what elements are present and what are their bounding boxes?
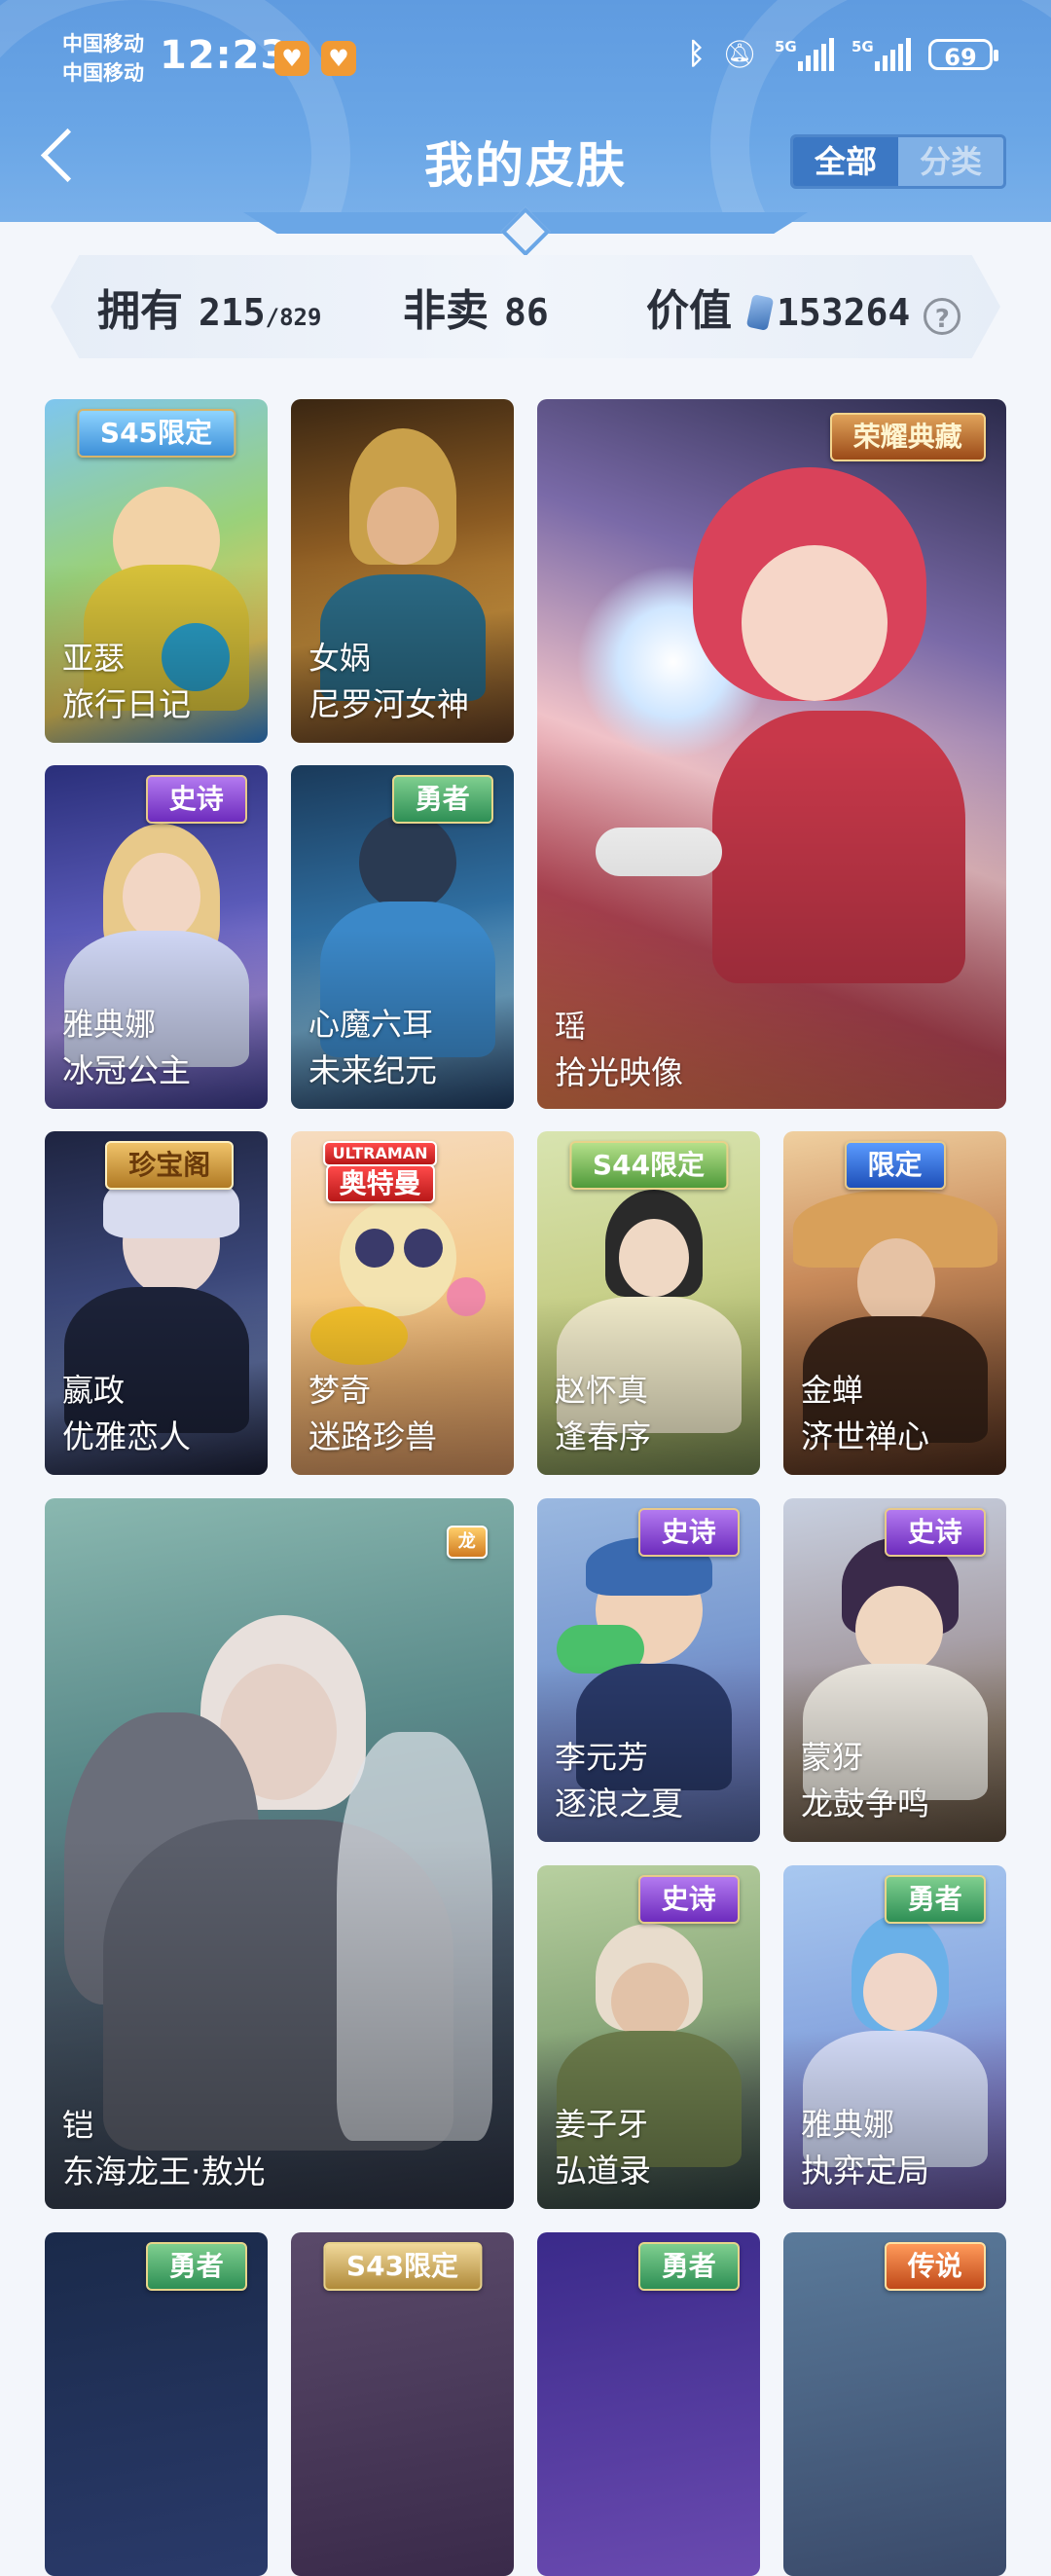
skin-card[interactable]: 勇者 — [537, 2232, 760, 2576]
badge-label: 奥特曼 — [325, 1164, 435, 1203]
carrier-1: 中国移动 — [62, 32, 144, 55]
network-type-label: 5G — [775, 37, 797, 55]
not-for-sale-stat: 非卖 86 — [403, 276, 549, 338]
hero-name: 雅典娜 — [801, 2106, 895, 2143]
value-amount: 153264 — [777, 291, 911, 334]
skin-name: 尼罗河女神 — [308, 685, 469, 723]
skin-name: 龙鼓争鸣 — [801, 1785, 929, 1822]
page-title: 我的皮肤 — [424, 137, 627, 194]
badge-label: 史诗 — [884, 1508, 986, 1557]
skin-card[interactable]: 勇者 — [45, 2232, 268, 2576]
tab-category[interactable]: 分类 — [898, 137, 1003, 186]
coupon-icon — [745, 294, 775, 331]
skin-card[interactable]: 珍宝阁 嬴政 优雅恋人 — [45, 1131, 268, 1475]
skin-card[interactable]: 限定 金蝉 济世禅心 — [783, 1131, 1006, 1475]
skin-card[interactable]: 史诗 蒙犽 龙鼓争鸣 — [783, 1498, 1006, 1842]
skin-card[interactable]: 史诗 李元芳 逐浪之夏 — [537, 1498, 760, 1842]
skin-card[interactable]: S45限定 亚瑟 旅行日记 — [45, 399, 268, 743]
badge-label: S45限定 — [76, 409, 236, 458]
carrier-labels: 中国移动 中国移动 — [62, 29, 144, 88]
badge-label: 荣耀典藏 — [829, 413, 986, 461]
badge-label: 史诗 — [637, 1875, 740, 1924]
signal-icon: 5G — [775, 37, 834, 71]
hero-name: 女娲 — [308, 640, 372, 677]
badge-top-label: ULTRAMAN — [322, 1141, 438, 1166]
hero-name: 金蝉 — [801, 1372, 864, 1409]
help-icon[interactable]: ? — [924, 298, 961, 335]
skin-card[interactable]: S43限定 — [291, 2232, 514, 2576]
app-notification-icon: ♥ — [321, 41, 356, 76]
skin-name: 拾光映像 — [555, 1053, 683, 1091]
skin-card[interactable]: 龙 铠 东海龙王·敖光 — [45, 1498, 514, 2209]
status-bar: 中国移动 中国移动 12:23 ♥ ♥ ᛒ 🔕︎ 5G 5G 69 — [0, 0, 1051, 117]
hero-name: 雅典娜 — [62, 1006, 157, 1043]
skin-card[interactable]: ULTRAMAN 奥特曼 梦奇 迷路珍兽 — [291, 1131, 514, 1475]
skin-name: 弘道录 — [555, 2152, 651, 2190]
stats-bar: 拥有 215 /829 非卖 86 价值 153264 ? — [51, 255, 1000, 358]
skin-card[interactable]: 勇者 心魔六耳 未来纪元 — [291, 765, 514, 1109]
skin-card[interactable]: 女娲 尼罗河女神 — [291, 399, 514, 743]
owned-value: 215 — [199, 291, 266, 334]
skin-name: 冰冠公主 — [62, 1051, 191, 1089]
skin-card[interactable]: 荣耀典藏 瑶 拾光映像 — [537, 399, 1006, 1109]
hero-name: 梦奇 — [308, 1372, 372, 1409]
badge-label: 史诗 — [145, 775, 247, 824]
hero-name: 心魔六耳 — [308, 1006, 434, 1043]
hero-name: 蒙犽 — [801, 1739, 864, 1776]
network-type-label: 5G — [852, 37, 874, 55]
not-for-sale-label: 非卖 — [403, 286, 489, 336]
skin-name: 东海龙王·敖光 — [62, 2153, 266, 2190]
tab-all[interactable]: 全部 — [793, 137, 898, 186]
value-label: 价值 — [646, 286, 732, 336]
view-toggle: 全部 分类 — [790, 134, 1006, 189]
header: 中国移动 中国移动 12:23 ♥ ♥ ᛒ 🔕︎ 5G 5G 69 我的皮肤 全… — [0, 0, 1051, 222]
badge-label: 限定 — [844, 1141, 946, 1190]
hero-name: 姜子牙 — [555, 2106, 649, 2143]
skin-card[interactable]: 史诗 雅典娜 冰冠公主 — [45, 765, 268, 1109]
hero-name: 铠 — [62, 2107, 94, 2144]
badge-label: 勇者 — [391, 775, 493, 824]
badge-label: 勇者 — [637, 2242, 740, 2291]
skin-card[interactable]: 传说 — [783, 2232, 1006, 2576]
signal-icon: 5G — [852, 37, 911, 71]
hero-name: 亚瑟 — [62, 640, 126, 677]
skin-name: 优雅恋人 — [62, 1417, 191, 1455]
skin-card[interactable]: 勇者 雅典娜 执弈定局 — [783, 1865, 1006, 2209]
badge-icon: 龙 — [446, 1526, 488, 1559]
badge-label: S44限定 — [568, 1141, 729, 1190]
badge-label: 勇者 — [145, 2242, 247, 2291]
carrier-2: 中国移动 — [62, 61, 144, 85]
badge-label: 珍宝阁 — [105, 1141, 235, 1190]
skin-name: 济世禅心 — [801, 1417, 929, 1455]
mute-bell-icon: 🔕︎ — [722, 38, 757, 70]
owned-stat: 拥有 215 /829 — [97, 276, 321, 338]
hero-name: 嬴政 — [62, 1372, 126, 1409]
badge-label: 史诗 — [637, 1508, 740, 1557]
clock: 12:23 — [160, 33, 289, 78]
badge-label: 勇者 — [884, 1875, 986, 1924]
skin-name: 逐浪之夏 — [555, 1785, 683, 1822]
skin-card[interactable]: S44限定 赵怀真 逢春序 — [537, 1131, 760, 1475]
value-stat: 价值 153264 ? — [646, 276, 961, 338]
bluetooth-icon: ᛒ — [687, 37, 706, 71]
badge-label: 传说 — [884, 2242, 986, 2291]
not-for-sale-value: 86 — [504, 291, 549, 334]
hero-name: 赵怀真 — [555, 1372, 649, 1409]
skin-name: 未来纪元 — [308, 1051, 437, 1089]
skin-name: 迷路珍兽 — [308, 1417, 437, 1455]
system-icons: ᛒ 🔕︎ 5G 5G 69 — [687, 37, 998, 71]
badge-label: S43限定 — [322, 2242, 483, 2291]
skin-name: 执弈定局 — [801, 2152, 929, 2190]
app-notification-icon: ♥ — [274, 41, 309, 76]
skin-card[interactable]: 史诗 姜子牙 弘道录 — [537, 1865, 760, 2209]
hero-name: 李元芳 — [555, 1739, 649, 1776]
skin-name: 旅行日记 — [62, 685, 191, 723]
owned-total: /829 — [265, 304, 322, 331]
battery-icon: 69 — [928, 38, 998, 71]
skin-name: 逢春序 — [555, 1417, 651, 1455]
owned-label: 拥有 — [97, 286, 183, 336]
hero-name: 瑶 — [555, 1008, 587, 1045]
